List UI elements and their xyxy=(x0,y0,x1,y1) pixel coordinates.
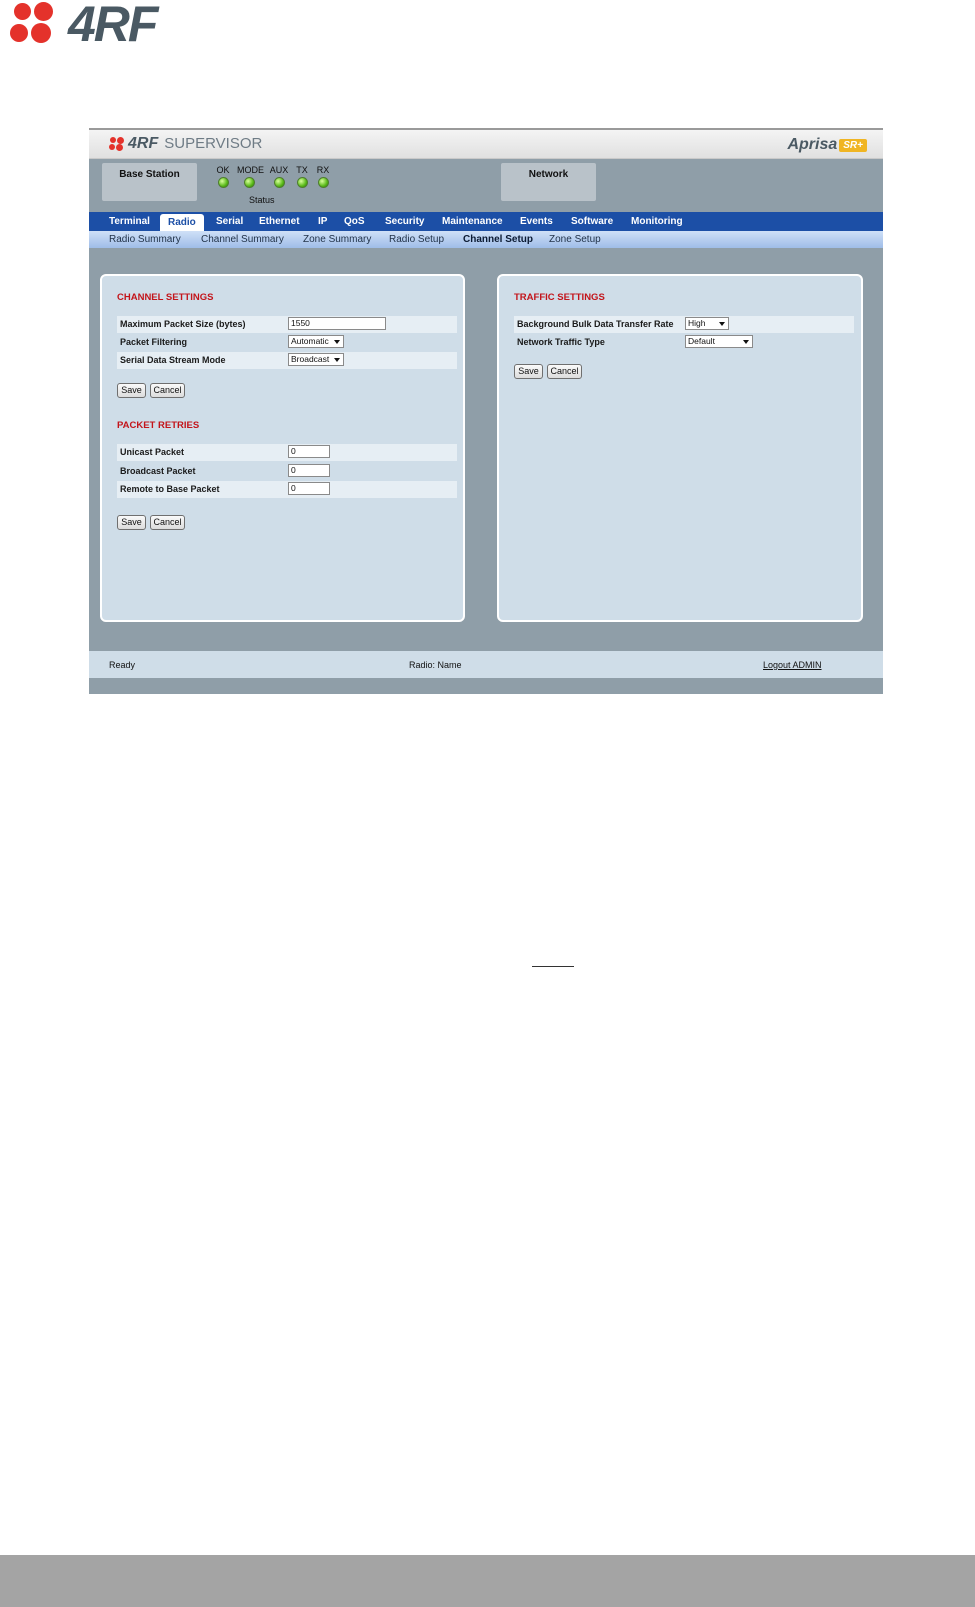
product-name: Aprisa xyxy=(787,136,838,153)
remote-to-base-input[interactable]: 0 xyxy=(288,482,330,495)
tab-maintenance[interactable]: Maintenance xyxy=(442,212,503,231)
tab-radio[interactable]: Radio xyxy=(160,214,204,231)
tab-monitoring[interactable]: Monitoring xyxy=(631,212,683,231)
product-badge: SR+ xyxy=(839,138,867,152)
dropdown-arrow-icon xyxy=(743,340,749,344)
tab-events[interactable]: Events xyxy=(520,212,553,231)
status-caption: Status xyxy=(249,195,275,205)
serial-mode-row: Serial Data Stream Mode Broadcast xyxy=(117,352,457,369)
bulk-rate-select[interactable]: High xyxy=(685,317,729,330)
unicast-packet-input[interactable]: 0 xyxy=(288,445,330,458)
led-indicator-icon xyxy=(243,177,255,188)
led-indicator-icon xyxy=(296,177,308,188)
network-box[interactable]: Network xyxy=(501,163,596,201)
led-indicator-icon xyxy=(217,177,229,188)
channel-save-button[interactable]: Save xyxy=(117,383,146,398)
right-panel: TRAFFIC SETTINGS Background Bulk Data Tr… xyxy=(497,274,863,622)
brand-dots-icon xyxy=(109,137,125,151)
bulk-rate-row: Background Bulk Data Transfer Rate High xyxy=(514,316,854,333)
led-aux: AUX xyxy=(267,165,291,193)
subtab-channel-summary[interactable]: Channel Summary xyxy=(201,231,284,248)
packet-retries-title: PACKET RETRIES xyxy=(117,420,200,431)
led-indicator-icon xyxy=(317,177,329,188)
unicast-row: Unicast Packet 0 xyxy=(117,444,457,461)
subtab-radio-summary[interactable]: Radio Summary xyxy=(109,231,181,248)
channel-cancel-button[interactable]: Cancel xyxy=(150,383,185,398)
dropdown-arrow-icon xyxy=(334,358,340,362)
tab-security[interactable]: Security xyxy=(385,212,424,231)
retries-save-button[interactable]: Save xyxy=(117,515,146,530)
footer-status-bar: Ready Radio: Name Logout ADMIN xyxy=(89,651,883,678)
traffic-type-select[interactable]: Default xyxy=(685,335,753,348)
led-indicator-icon xyxy=(273,177,285,188)
sub-nav: Radio Summary Channel Summary Zone Summa… xyxy=(89,231,883,248)
product-logo: Aprisa SR+ xyxy=(787,136,867,154)
supervisor-logo: 4RF SUPERVISOR xyxy=(109,136,262,152)
traffic-cancel-button[interactable]: Cancel xyxy=(547,364,582,379)
tab-ip[interactable]: IP xyxy=(318,212,327,231)
supervisor-window: 4RF SUPERVISOR Aprisa SR+ Base Station O… xyxy=(89,128,883,694)
led-mode: MODE xyxy=(237,165,264,193)
footer-status: Ready xyxy=(109,660,136,670)
retries-cancel-button[interactable]: Cancel xyxy=(150,515,185,530)
led-rx: RX xyxy=(311,165,335,193)
logo-text: 4RF xyxy=(68,0,158,52)
tab-serial[interactable]: Serial xyxy=(216,212,243,231)
footer-radio-name: Radio: Name xyxy=(409,660,462,670)
led-ok: OK xyxy=(211,165,235,193)
traffic-save-button[interactable]: Save xyxy=(514,364,543,379)
packet-filtering-select[interactable]: Automatic xyxy=(288,335,344,348)
logout-link[interactable]: Logout ADMIN xyxy=(763,660,822,670)
page-footer-band xyxy=(0,1555,975,1607)
subtab-zone-summary[interactable]: Zone Summary xyxy=(303,231,371,248)
dropdown-arrow-icon xyxy=(334,340,340,344)
subtab-channel-setup[interactable]: Channel Setup xyxy=(463,231,533,248)
traffic-settings-title: TRAFFIC SETTINGS xyxy=(514,292,605,303)
base-station-box[interactable]: Base Station xyxy=(102,163,197,201)
max-packet-size-input[interactable]: 1550 xyxy=(288,317,386,330)
page-logo: 4RF xyxy=(10,0,158,52)
serial-mode-select[interactable]: Broadcast xyxy=(288,353,344,366)
subtab-radio-setup[interactable]: Radio Setup xyxy=(389,231,444,248)
channel-settings-title: CHANNEL SETTINGS xyxy=(117,292,214,303)
status-area: Base Station OK MODE AUX TX RX Status Ne… xyxy=(89,159,883,211)
dropdown-arrow-icon xyxy=(719,322,725,326)
broadcast-packet-input[interactable]: 0 xyxy=(288,464,330,477)
subtab-zone-setup[interactable]: Zone Setup xyxy=(549,231,601,248)
broadcast-row: Broadcast Packet 0 xyxy=(117,463,457,480)
supervisor-brand: 4RF xyxy=(128,135,159,152)
max-packet-row: Maximum Packet Size (bytes) 1550 xyxy=(117,316,457,333)
remote-row: Remote to Base Packet 0 xyxy=(117,481,457,498)
traffic-type-row: Network Traffic Type Default xyxy=(514,334,854,351)
logo-dots-icon xyxy=(10,2,62,46)
tab-terminal[interactable]: Terminal xyxy=(109,212,150,231)
tab-ethernet[interactable]: Ethernet xyxy=(259,212,300,231)
packet-filtering-row: Packet Filtering Automatic xyxy=(117,334,457,351)
main-nav: Terminal Radio Serial Ethernet IP QoS Se… xyxy=(89,212,883,231)
supervisor-header: 4RF SUPERVISOR Aprisa SR+ xyxy=(89,130,883,159)
left-panel: CHANNEL SETTINGS Maximum Packet Size (by… xyxy=(100,274,465,622)
page-divider-mark xyxy=(532,966,574,967)
tab-software[interactable]: Software xyxy=(571,212,613,231)
supervisor-title: SUPERVISOR xyxy=(164,135,263,152)
tab-qos[interactable]: QoS xyxy=(344,212,365,231)
